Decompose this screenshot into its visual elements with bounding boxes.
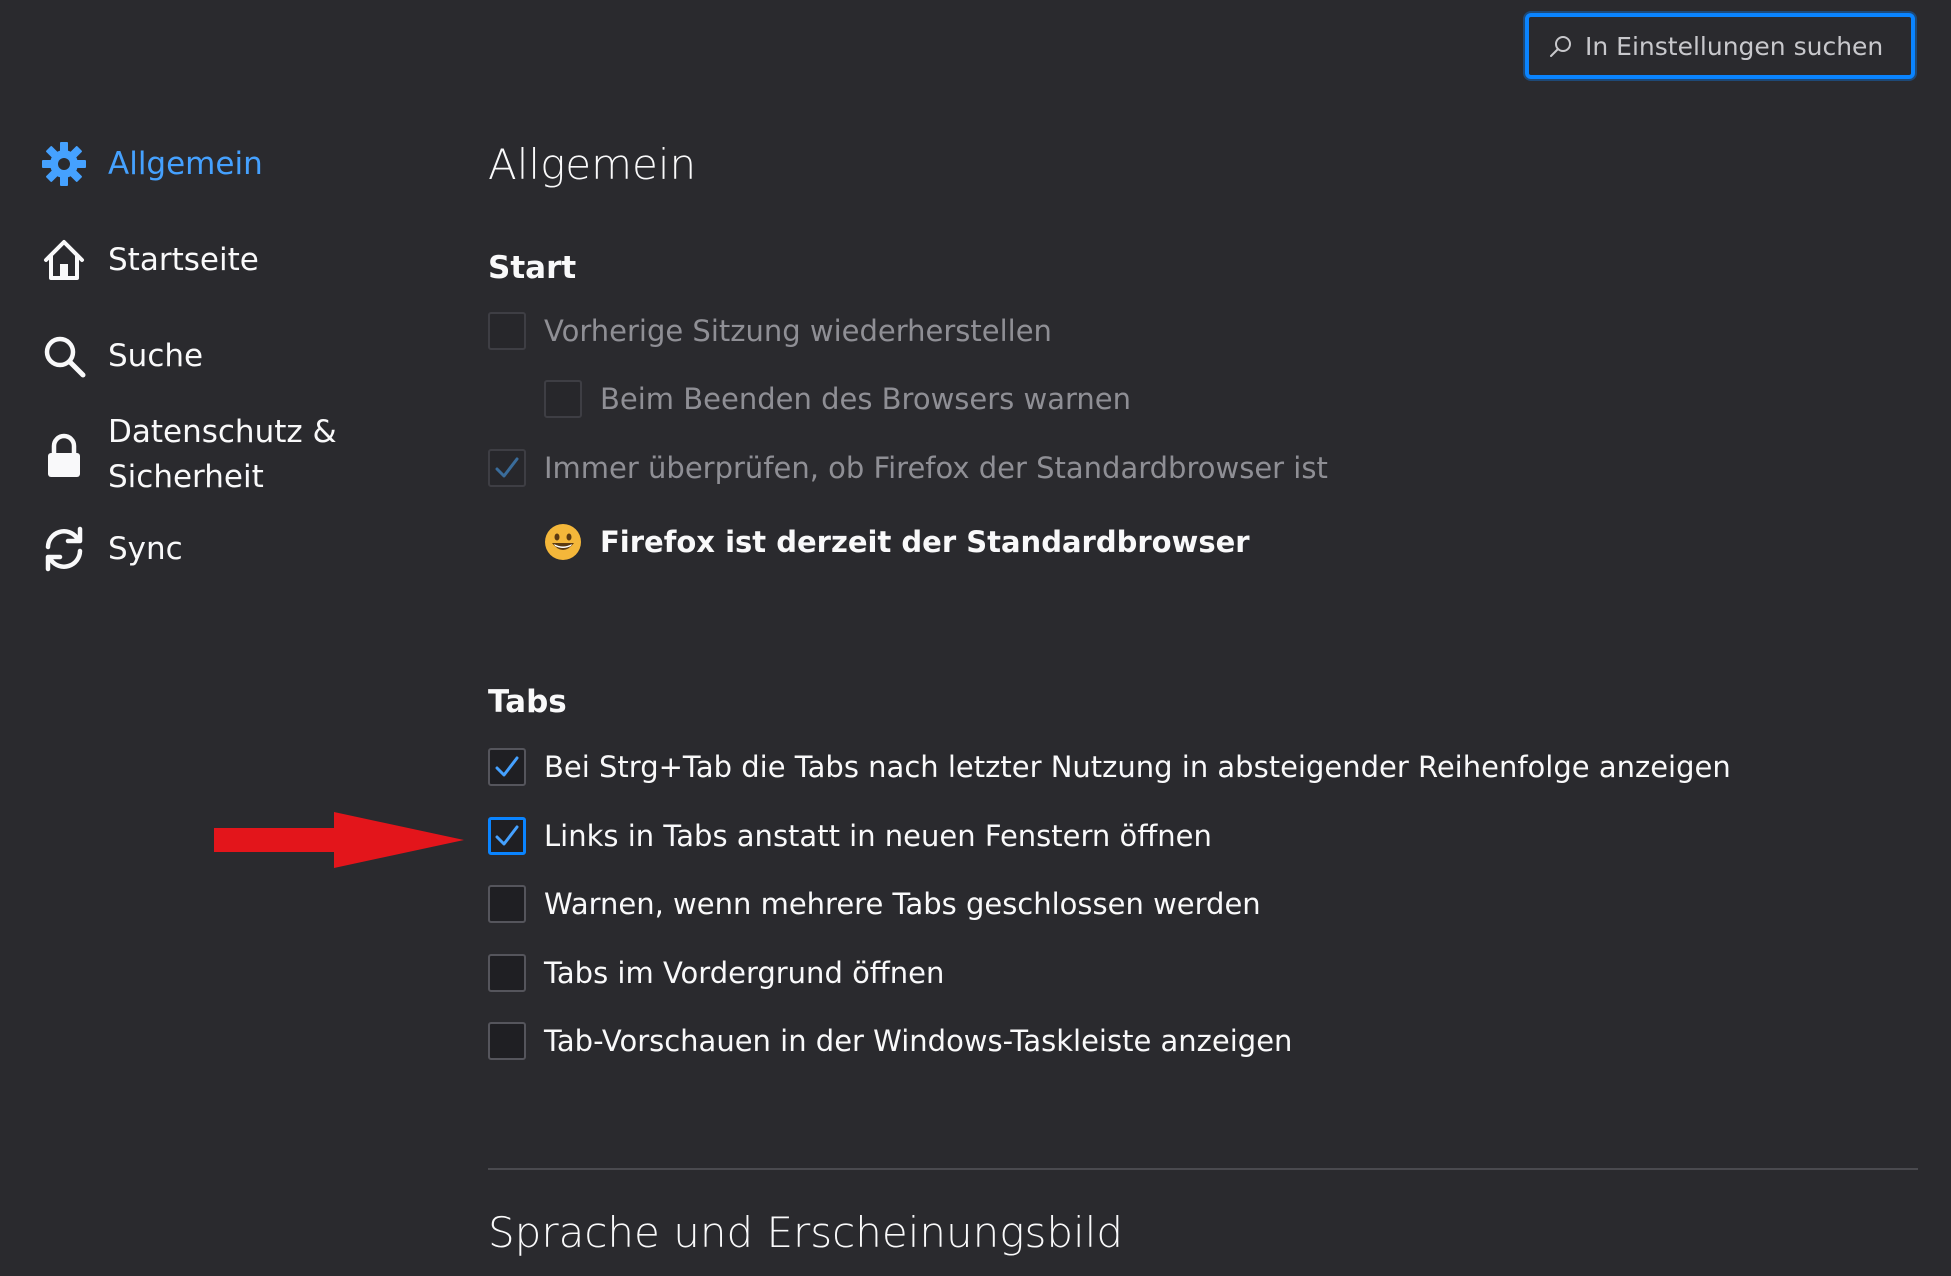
checkbox[interactable] xyxy=(488,885,526,923)
option-ctrl-tab-recent[interactable]: Bei Strg+Tab die Tabs nach letzter Nutzu… xyxy=(488,748,1731,786)
option-tabs-foreground[interactable]: Tabs im Vordergrund öffnen xyxy=(488,954,944,992)
checkbox[interactable] xyxy=(488,312,526,350)
checkbox[interactable] xyxy=(488,748,526,786)
option-warn-on-quit[interactable]: Beim Beenden des Browsers warnen xyxy=(544,380,1131,418)
checkbox[interactable] xyxy=(544,380,582,418)
option-label: Warnen, wenn mehrere Tabs geschlossen we… xyxy=(544,887,1261,921)
option-taskbar-previews[interactable]: Tab-Vorschauen in der Windows-Taskleiste… xyxy=(488,1022,1292,1060)
default-browser-status: Firefox ist derzeit der Standardbrowser xyxy=(544,523,1250,561)
gear-icon xyxy=(42,142,86,186)
sidebar-item-sync[interactable]: Sync xyxy=(40,525,183,573)
option-label: Beim Beenden des Browsers warnen xyxy=(600,382,1131,416)
option-label: Tab-Vorschauen in der Windows-Taskleiste… xyxy=(544,1024,1293,1058)
sync-icon xyxy=(45,526,83,572)
sidebar-item-label: Datenschutz & xyxy=(108,414,337,450)
section-heading-start: Start xyxy=(488,250,577,286)
sidebar-item-label: Sync xyxy=(108,530,183,567)
checkmark-icon xyxy=(495,756,519,777)
option-label: Immer überprüfen, ob Firefox der Standar… xyxy=(544,451,1328,485)
smiley-icon xyxy=(545,524,581,560)
sidebar-item-label-line2: Sicherheit xyxy=(108,459,264,495)
option-label: Links in Tabs anstatt in neuen Fenstern … xyxy=(544,819,1212,853)
sidebar-item-datenschutz[interactable]: Datenschutz & Sicherheit xyxy=(40,410,337,500)
sidebar-item-allgemein[interactable]: Allgemein xyxy=(40,140,263,188)
red-arrow-annotation xyxy=(214,812,464,868)
sidebar-item-label-group: Datenschutz & Sicherheit xyxy=(108,410,337,500)
checkbox[interactable] xyxy=(488,817,526,855)
settings-page: Allgemein Startseite Suche Datensch xyxy=(0,0,1951,1276)
sidebar-item-label: Allgemein xyxy=(108,145,263,182)
checkbox[interactable] xyxy=(488,954,526,992)
home-icon xyxy=(44,240,84,280)
checkmark-icon xyxy=(495,825,519,846)
option-label: Bei Strg+Tab die Tabs nach letzter Nutzu… xyxy=(544,750,1731,784)
option-restore-session[interactable]: Vorherige Sitzung wiederherstellen xyxy=(488,312,1052,350)
main-content: Allgemein Start Vorherige Sitzung wieder… xyxy=(488,0,1918,1276)
lock-icon xyxy=(48,433,80,477)
option-label: Tabs im Vordergrund öffnen xyxy=(544,956,945,990)
checkmark-icon xyxy=(495,457,519,478)
section-divider xyxy=(488,1168,1918,1170)
default-browser-status-text: Firefox ist derzeit der Standardbrowser xyxy=(600,525,1250,559)
option-links-in-tabs[interactable]: Links in Tabs anstatt in neuen Fenstern … xyxy=(488,817,1212,855)
section-title-language: Sprache und Erscheinungsbild xyxy=(488,1208,1123,1257)
checkbox[interactable] xyxy=(488,449,526,487)
section-heading-tabs: Tabs xyxy=(488,684,567,720)
sidebar-item-startseite[interactable]: Startseite xyxy=(40,236,259,284)
checkbox[interactable] xyxy=(488,1022,526,1060)
sidebar-item-label: Startseite xyxy=(108,241,259,278)
page-title: Allgemein xyxy=(488,140,697,189)
search-icon xyxy=(44,336,86,378)
sidebar-item-label: Suche xyxy=(108,337,204,374)
option-label: Vorherige Sitzung wiederherstellen xyxy=(544,314,1052,348)
option-warn-close-tabs[interactable]: Warnen, wenn mehrere Tabs geschlossen we… xyxy=(488,885,1261,923)
option-check-default-browser[interactable]: Immer überprüfen, ob Firefox der Standar… xyxy=(488,449,1328,487)
sidebar-item-suche[interactable]: Suche xyxy=(40,332,203,380)
